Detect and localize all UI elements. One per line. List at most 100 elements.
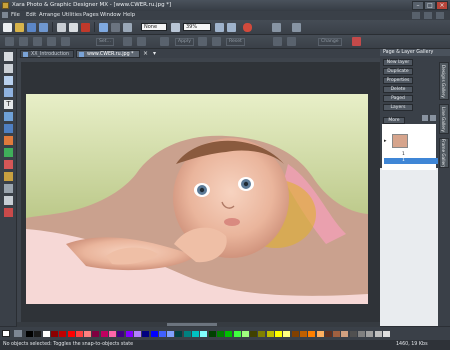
photo-tool-icon[interactable] [352, 37, 361, 46]
page-expand-icon[interactable]: ▸ [384, 138, 387, 144]
zoom-level-field[interactable]: 39% [183, 23, 211, 31]
selector-tool-icon[interactable] [4, 52, 13, 61]
document-menu-icon[interactable] [2, 12, 8, 18]
color-swatch[interactable] [366, 331, 374, 337]
delete-icon[interactable] [81, 23, 90, 32]
rectangle-tool-icon[interactable] [4, 88, 13, 97]
contrast-icon[interactable] [123, 37, 132, 46]
flip-icon[interactable] [33, 37, 42, 46]
color-swatch[interactable] [34, 331, 42, 337]
apply-button[interactable]: Apply [175, 38, 194, 46]
color-swatch[interactable] [250, 331, 258, 337]
color-swatch[interactable] [291, 331, 299, 337]
menu-edit[interactable]: Edit [26, 12, 36, 18]
color-swatch[interactable] [299, 331, 307, 337]
color-swatch[interactable] [175, 331, 183, 337]
duplicate-button[interactable]: Duplicate [383, 68, 413, 75]
open-folder-icon[interactable] [15, 23, 24, 32]
zoom-fit-icon[interactable] [215, 23, 224, 32]
color-swatch[interactable] [133, 331, 141, 337]
tab-cwer-jpg[interactable]: www.CWER.ru.jpg * [76, 50, 140, 58]
color-swatch[interactable] [233, 331, 241, 337]
redo-icon[interactable] [111, 23, 120, 32]
node-tool-icon[interactable] [4, 64, 13, 73]
color-swatch[interactable] [349, 331, 357, 337]
close-button[interactable]: × [436, 1, 448, 10]
color-swatch[interactable] [100, 331, 108, 337]
next-zoom-icon[interactable] [292, 23, 301, 32]
menu-file[interactable]: File [11, 12, 20, 18]
paste-icon[interactable] [69, 23, 78, 32]
color-swatch[interactable] [308, 331, 316, 337]
doc-restore-button[interactable] [424, 12, 432, 19]
color-swatch[interactable] [341, 331, 349, 337]
previous-zoom-icon[interactable] [272, 23, 281, 32]
text-tool-icon[interactable]: T [4, 100, 13, 109]
color-swatch[interactable] [258, 331, 266, 337]
zoom-tool-icon[interactable] [4, 196, 13, 205]
frame-gallery-tab[interactable]: Frame Gallery [439, 138, 449, 168]
gallery-settings-icon[interactable] [422, 115, 428, 121]
menu-arrange[interactable]: Arrange [39, 12, 60, 18]
set-button[interactable]: Set... [96, 38, 114, 46]
doc-close-button[interactable] [436, 12, 444, 19]
menu-pages[interactable]: Pages [83, 12, 99, 18]
change-button[interactable]: Change [318, 38, 342, 46]
color-swatch[interactable] [125, 331, 133, 337]
maximize-button[interactable]: □ [424, 1, 436, 10]
color-swatch[interactable] [241, 331, 249, 337]
tab-introduction[interactable]: XX_Introduction [20, 50, 74, 58]
doc-minimize-button[interactable] [412, 12, 420, 19]
menu-utilities[interactable]: Utilities [62, 12, 82, 18]
designs-gallery-tab[interactable]: Designs Gallery [439, 62, 449, 100]
tab-close-icon[interactable]: × [143, 50, 150, 57]
gallery-pin-icon[interactable] [430, 115, 436, 121]
menu-help[interactable]: Help [123, 12, 135, 18]
color-swatch[interactable] [324, 331, 332, 337]
color-swatch[interactable] [216, 331, 224, 337]
new-layer-button[interactable]: New layer [383, 59, 413, 66]
fill-tool-icon[interactable] [4, 124, 13, 133]
contour-tool-icon[interactable] [4, 172, 13, 181]
color-swatch[interactable] [26, 331, 33, 337]
push-tool-icon[interactable] [4, 184, 13, 193]
brightness-icon[interactable] [61, 37, 70, 46]
color-swatch[interactable] [266, 331, 274, 337]
color-swatch[interactable] [316, 331, 324, 337]
page-thumbnail[interactable] [392, 134, 408, 148]
baby-photo[interactable] [26, 94, 368, 304]
properties-button[interactable]: Properties [383, 77, 413, 84]
sharpen-icon[interactable] [198, 37, 207, 46]
color-swatch[interactable] [358, 331, 365, 337]
zoom-icon[interactable] [171, 23, 180, 32]
color-swatch[interactable] [84, 331, 92, 337]
color-swatch[interactable] [50, 331, 58, 337]
scroll-thumb[interactable] [167, 323, 217, 326]
color-swatch[interactable] [167, 331, 175, 337]
freehand-tool-icon[interactable] [4, 76, 13, 85]
color-swatch[interactable] [192, 331, 199, 337]
color-swatch[interactable] [117, 331, 125, 337]
levels-icon[interactable] [137, 37, 146, 46]
layer-row[interactable] [384, 164, 438, 170]
color-swatch[interactable] [109, 331, 116, 337]
save-icon[interactable] [27, 23, 36, 32]
shadow-tool-icon[interactable] [4, 148, 13, 157]
paged-button[interactable]: Paged [383, 95, 413, 102]
play-icon[interactable] [273, 37, 282, 46]
import-icon[interactable] [39, 23, 48, 32]
minimize-button[interactable]: – [412, 1, 424, 10]
color-swatch[interactable] [208, 331, 216, 337]
no-color-icon[interactable] [2, 330, 10, 337]
new-document-icon[interactable] [3, 23, 12, 32]
crop-icon[interactable] [5, 37, 14, 46]
transparency-tool-icon[interactable] [4, 136, 13, 145]
tab-list-icon[interactable]: ▾ [153, 50, 160, 57]
more-button[interactable]: More [383, 117, 405, 124]
color-swatch[interactable] [92, 331, 100, 337]
quality-select[interactable]: None [141, 23, 167, 31]
color-swatch[interactable] [59, 331, 67, 337]
undo-icon[interactable] [99, 23, 108, 32]
color-swatch[interactable] [150, 331, 158, 337]
blend-tool-icon[interactable] [4, 160, 13, 169]
